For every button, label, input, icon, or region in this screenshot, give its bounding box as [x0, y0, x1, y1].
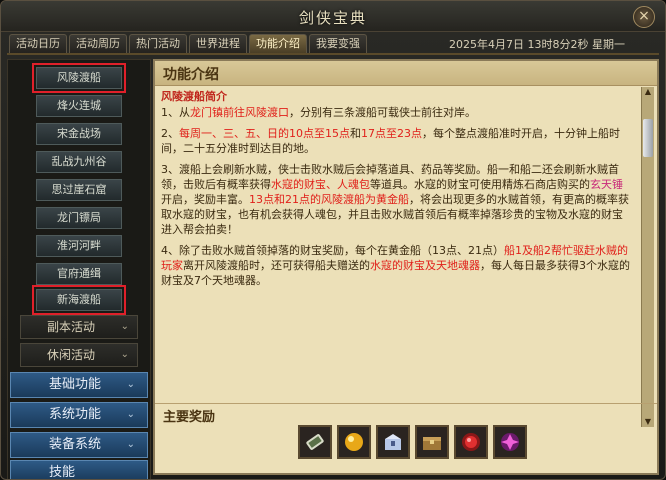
- blue-chest-icon: [385, 434, 401, 450]
- main-category-label: 基础功能: [49, 377, 102, 392]
- window-title: 剑侠宝典: [298, 9, 367, 27]
- scroll-icon: [306, 434, 324, 450]
- chevron-down-icon: ⌄: [126, 379, 135, 390]
- chevron-down-icon: ⌄: [120, 349, 129, 360]
- tab-hot-activities[interactable]: 热门活动: [129, 34, 187, 53]
- reward-slot-purple-gem[interactable]: [493, 425, 527, 459]
- datetime-display: 2025年4月7日 13时8分2秒 星期一: [449, 38, 625, 51]
- close-button[interactable]: ×: [633, 6, 655, 28]
- content-header: 功能介绍: [155, 61, 657, 86]
- chevron-down-icon: ⌄: [120, 321, 129, 332]
- purple-gem-icon: [501, 433, 519, 451]
- sidebar-item-longmen-escort[interactable]: 龙门镖局: [36, 207, 122, 229]
- section-subhead: 风陵渡船简介: [161, 90, 227, 103]
- main-category-basic[interactable]: 基础功能 ⌄: [10, 372, 148, 398]
- chevron-down-icon: ⌄: [126, 409, 135, 420]
- sidebar-item-huaihe-riverside[interactable]: 淮河河畔: [36, 235, 122, 257]
- jianxia-baodian-window: 剑侠宝典 × 活动日历 活动周历 热门活动 世界进程 功能介绍 我要变强 202…: [0, 0, 666, 480]
- main-category-label: 系统功能: [49, 407, 102, 422]
- main-category-skills[interactable]: 技能: [10, 460, 148, 480]
- title-bar: 剑侠宝典 ×: [1, 1, 665, 32]
- sidebar-item-luanzhan-jiuzhou[interactable]: 乱战九州谷: [36, 151, 122, 173]
- sidebar-item-fengling-ferry[interactable]: 风陵渡船: [32, 63, 126, 93]
- tab-underline: [7, 53, 659, 55]
- main-category-label: 技能: [49, 465, 76, 480]
- tab-feature-intro[interactable]: 功能介绍: [249, 34, 307, 53]
- sidebar: 风陵渡船 烽火连城 宋金战场 乱战九州谷 思过崖石窟 龙门镖局 淮河河畔 官府通…: [7, 59, 151, 480]
- category-label: 休闲活动: [47, 348, 96, 362]
- paragraph-3: 3、渡船上会刷新水贼，侠士击败水贼后会掉落道具、药品等奖励。船一和船二还会刷新水…: [161, 163, 629, 236]
- scroll-up-arrow-icon[interactable]: ▲: [642, 87, 654, 97]
- main-category-label: 装备系统: [49, 437, 102, 452]
- content-panel: 功能介绍 风陵渡船简介 1、从龙门镇前往风陵渡口，分别有三条渡船可载侠士前往对岸…: [153, 59, 659, 475]
- reward-slot-wooden-chest[interactable]: [415, 425, 449, 459]
- rewards-row: [298, 425, 527, 459]
- reward-slot-red-gem[interactable]: [454, 425, 488, 459]
- reward-slot-scroll[interactable]: [298, 425, 332, 459]
- main-category-system[interactable]: 系统功能 ⌄: [10, 402, 148, 428]
- wooden-chest-icon: [423, 437, 441, 450]
- tab-bar: 活动日历 活动周历 热门活动 世界进程 功能介绍 我要变强: [9, 34, 367, 54]
- category-dungeon-activities[interactable]: 副本活动 ⌄: [20, 315, 138, 339]
- paragraph-2: 2、每周一、三、五、日的10点至15点和17点至23点，每个整点渡船准时开启，十…: [161, 127, 620, 155]
- scrollbar-thumb[interactable]: [643, 119, 653, 157]
- tab-activity-calendar[interactable]: 活动日历: [9, 34, 67, 53]
- gold-orb-icon: [345, 433, 363, 451]
- red-gem-icon: [462, 433, 480, 451]
- category-label: 副本活动: [47, 320, 96, 334]
- content-title: 功能介绍: [163, 67, 219, 83]
- paragraph-1: 1、从龙门镇前往风陵渡口，分别有三条渡船可载侠士前往对岸。: [161, 106, 476, 119]
- sidebar-item-official-wanted[interactable]: 官府通缉: [36, 263, 122, 285]
- content-scrollbar[interactable]: ▲ ▼: [641, 87, 654, 427]
- content-body: 风陵渡船简介 1、从龙门镇前往风陵渡口，分别有三条渡船可载侠士前往对岸。 2、每…: [161, 89, 633, 419]
- category-leisure-activities[interactable]: 休闲活动 ⌄: [20, 343, 138, 367]
- sidebar-item-siguoya-cave[interactable]: 思过崖石窟: [36, 179, 122, 201]
- sidebar-item-fenghuo-liancheng[interactable]: 烽火连城: [36, 95, 122, 117]
- main-category-equipment[interactable]: 装备系统 ⌄: [10, 432, 148, 458]
- tab-activity-weekly[interactable]: 活动周历: [69, 34, 127, 53]
- rewards-header: 主要奖励: [155, 403, 657, 425]
- chevron-down-icon: ⌄: [126, 439, 135, 450]
- sidebar-item-songjin-battlefield[interactable]: 宋金战场: [36, 123, 122, 145]
- reward-slot-gold-orb[interactable]: [337, 425, 371, 459]
- rewards-title: 主要奖励: [163, 410, 216, 425]
- sidebar-item-xinhai-ferry[interactable]: 新海渡船: [32, 285, 126, 315]
- tab-world-progress[interactable]: 世界进程: [189, 34, 247, 53]
- tab-get-stronger[interactable]: 我要变强: [309, 34, 367, 53]
- reward-slot-blue-chest[interactable]: [376, 425, 410, 459]
- paragraph-4: 4、除了击败水贼首领掉落的财宝奖励，每个在黄金船（13点、21点）船1及船2帮忙…: [161, 244, 630, 287]
